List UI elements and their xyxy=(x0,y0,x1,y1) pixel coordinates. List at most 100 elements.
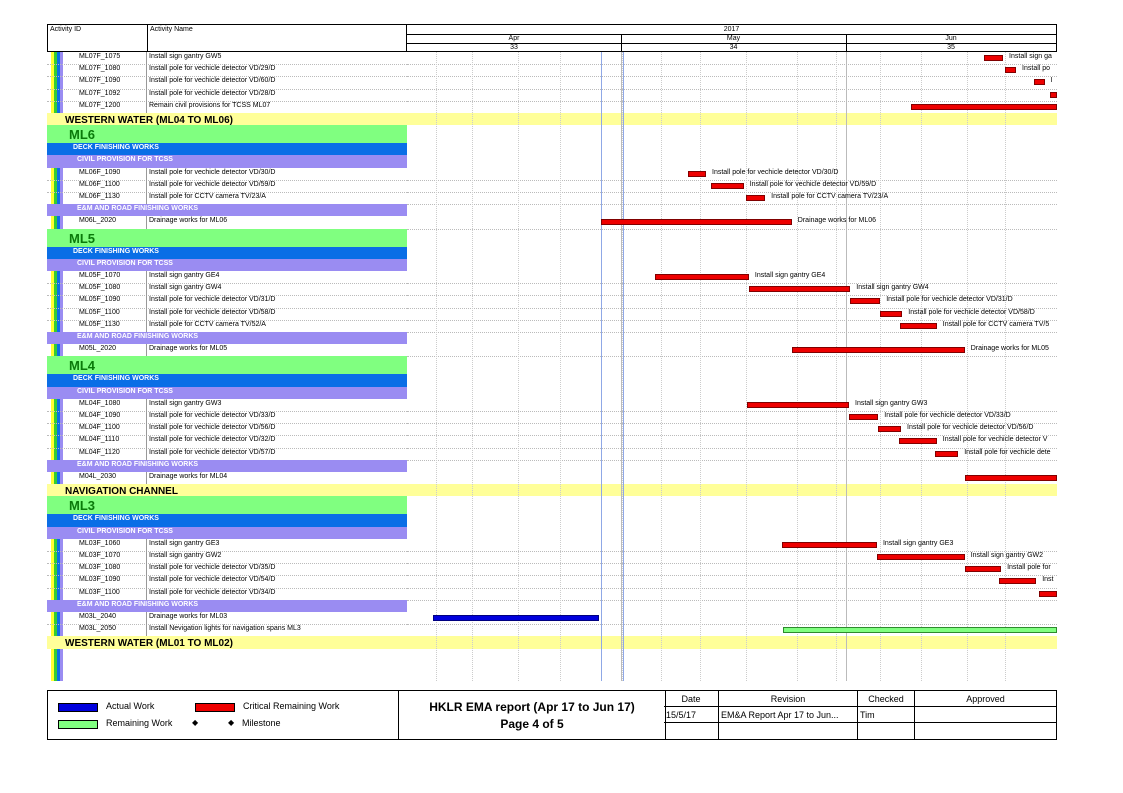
gridline xyxy=(517,52,519,681)
critical-bar[interactable] xyxy=(688,170,706,177)
group-header[interactable]: ML3 xyxy=(47,496,407,515)
bar-label: Install sign gantry GW3 xyxy=(855,399,928,407)
activity-id: ML07F_1092 xyxy=(79,89,121,97)
wbs-band[interactable]: DECK FINISHING WORKS xyxy=(47,246,407,259)
month-divider xyxy=(620,52,622,681)
gridline xyxy=(967,52,969,681)
critical-bar[interactable] xyxy=(899,322,937,329)
critical-bar[interactable] xyxy=(983,55,1004,61)
critical-bar[interactable] xyxy=(964,475,1057,481)
activity-name: Install pole for CCTV camera TV/23/A xyxy=(149,193,266,200)
milestone-diamond-icon: ◆ xyxy=(228,718,235,727)
activity-id-header[interactable]: Activity ID xyxy=(50,26,81,33)
activity-name: Install sign gantry GW2 xyxy=(149,552,222,559)
activity-name: Install pole for vechicle detector VD/31… xyxy=(149,296,276,304)
activity-name-header[interactable]: Activity Name xyxy=(150,26,193,33)
activity-name: Install pole for vechicle detector VD/56… xyxy=(149,424,276,432)
activity-name: Install pole for vechicle detector VD/30… xyxy=(149,168,276,176)
activity-name: Install sign gantry GE3 xyxy=(149,539,220,547)
gridline xyxy=(746,52,748,681)
bar-label: Install pole for vechicle detector VD/58… xyxy=(908,308,1035,316)
bar-label: Install pole for vechicle detector VD/30… xyxy=(712,168,839,176)
activity-id: ML03F_1060 xyxy=(79,539,121,547)
activity-id: M05L_2020 xyxy=(79,345,116,353)
critical-bar[interactable] xyxy=(998,578,1037,585)
band-label: ML5 xyxy=(69,230,95,246)
critical-bar[interactable] xyxy=(654,274,749,280)
rev-empty-2 xyxy=(719,723,858,739)
critical-bar[interactable] xyxy=(849,414,879,420)
bar-label: I xyxy=(1050,77,1053,85)
activity-name: Install sign gantry GW4 xyxy=(149,284,222,292)
activity-name: Install sign gantry GW3 xyxy=(149,399,222,407)
wbs-band[interactable]: CIVIL PROVISION FOR TCSS xyxy=(47,526,407,539)
band-label: DECK FINISHING WORKS xyxy=(73,144,159,152)
gridline xyxy=(436,52,438,681)
band-label: DECK FINISHING WORKS xyxy=(73,375,159,383)
wbs-band[interactable]: E&M AND ROAD FINISHING WORKS xyxy=(47,599,407,612)
activity-id: M04L_2030 xyxy=(79,473,116,480)
critical-bar[interactable] xyxy=(911,103,1057,110)
rev-header-date: Date xyxy=(664,691,719,707)
activity-name: Drainage works for ML04 xyxy=(149,473,228,480)
critical-bar[interactable] xyxy=(791,347,965,354)
critical-bar[interactable] xyxy=(850,298,881,305)
rev-date: 15/5/17 xyxy=(664,707,719,723)
critical-bar[interactable] xyxy=(748,286,851,293)
critical-bar[interactable] xyxy=(746,195,766,201)
wbs-band[interactable]: DECK FINISHING WORKS xyxy=(47,374,407,387)
critical-bar[interactable] xyxy=(934,450,959,457)
activity-name: Install pole for CCTV camera TV/52/A xyxy=(149,320,266,328)
critical-bar[interactable] xyxy=(600,219,792,226)
critical-bar[interactable] xyxy=(899,438,937,445)
rev-header-checked: Checked xyxy=(858,691,915,707)
critical-bar[interactable] xyxy=(710,182,744,189)
wbs-band[interactable]: E&M AND ROAD FINISHING WORKS xyxy=(47,459,407,472)
gridline xyxy=(699,52,701,681)
critical-bar[interactable] xyxy=(1033,79,1045,86)
critical-bar[interactable] xyxy=(782,541,877,548)
activity-name: Install pole for vechicle detector VD/58… xyxy=(149,308,276,316)
critical-bar[interactable] xyxy=(878,426,901,433)
band-label: CIVIL PROVISION FOR TCSS xyxy=(77,387,173,395)
rev-revision: EM&A Report Apr 17 to Jun... xyxy=(719,707,858,723)
activity-id: ML05F_1100 xyxy=(79,308,120,316)
band-label: E&M AND ROAD FINISHING WORKS xyxy=(77,460,199,468)
group-header[interactable]: ML6 xyxy=(47,125,407,144)
band-label: ML6 xyxy=(69,127,95,143)
wbs-band[interactable]: E&M AND ROAD FINISHING WORKS xyxy=(47,332,407,345)
activity-id: ML05F_1130 xyxy=(79,320,120,328)
remaining-bar[interactable] xyxy=(782,627,1057,634)
critical-bar[interactable] xyxy=(964,566,1002,573)
group-header[interactable]: ML5 xyxy=(47,228,407,247)
wbs-band[interactable]: DECK FINISHING WORKS xyxy=(47,514,407,527)
critical-bar[interactable] xyxy=(876,554,965,560)
activity-name: Install sign gantry GW5 xyxy=(149,53,222,60)
rev-header-revision: Revision xyxy=(719,691,858,707)
band-label: CIVIL PROVISION FOR TCSS xyxy=(77,156,173,164)
wbs-band[interactable]: CIVIL PROVISION FOR TCSS xyxy=(47,386,407,399)
activity-name: Install sign gantry GE4 xyxy=(149,272,220,279)
month-apr: Apr xyxy=(407,34,622,43)
activity-id: ML06F_1100 xyxy=(79,180,120,188)
gantt-chart-area: Install sign ga Install po I Install pole f… xyxy=(407,52,1057,681)
critical-bar[interactable] xyxy=(1049,91,1057,98)
wbs-band[interactable]: E&M AND ROAD FINISHING WORKS xyxy=(47,204,407,217)
band-label: ML4 xyxy=(69,358,95,374)
gridline xyxy=(920,52,922,681)
wbs-band[interactable]: CIVIL PROVISION FOR TCSS xyxy=(47,155,407,168)
bar-label: Install pole for CCTV camera TV/5 xyxy=(942,320,1050,328)
wbs-band[interactable]: CIVIL PROVISION FOR TCSS xyxy=(47,258,407,271)
wbs-band[interactable]: DECK FINISHING WORKS xyxy=(47,143,407,156)
critical-bar[interactable] xyxy=(1039,590,1057,597)
rev-header-approved: Approved xyxy=(915,691,1056,707)
critical-bar[interactable] xyxy=(746,401,849,408)
bar-label: Install po xyxy=(1022,65,1051,73)
group-header[interactable]: ML4 xyxy=(47,356,407,375)
legend-remaining-swatch xyxy=(58,720,98,729)
actual-bar[interactable] xyxy=(433,615,600,621)
critical-bar[interactable] xyxy=(880,310,903,317)
critical-bar[interactable] xyxy=(1005,67,1017,74)
data-date-line xyxy=(600,52,602,681)
bar-label: Install sign gantry GW4 xyxy=(856,284,929,292)
